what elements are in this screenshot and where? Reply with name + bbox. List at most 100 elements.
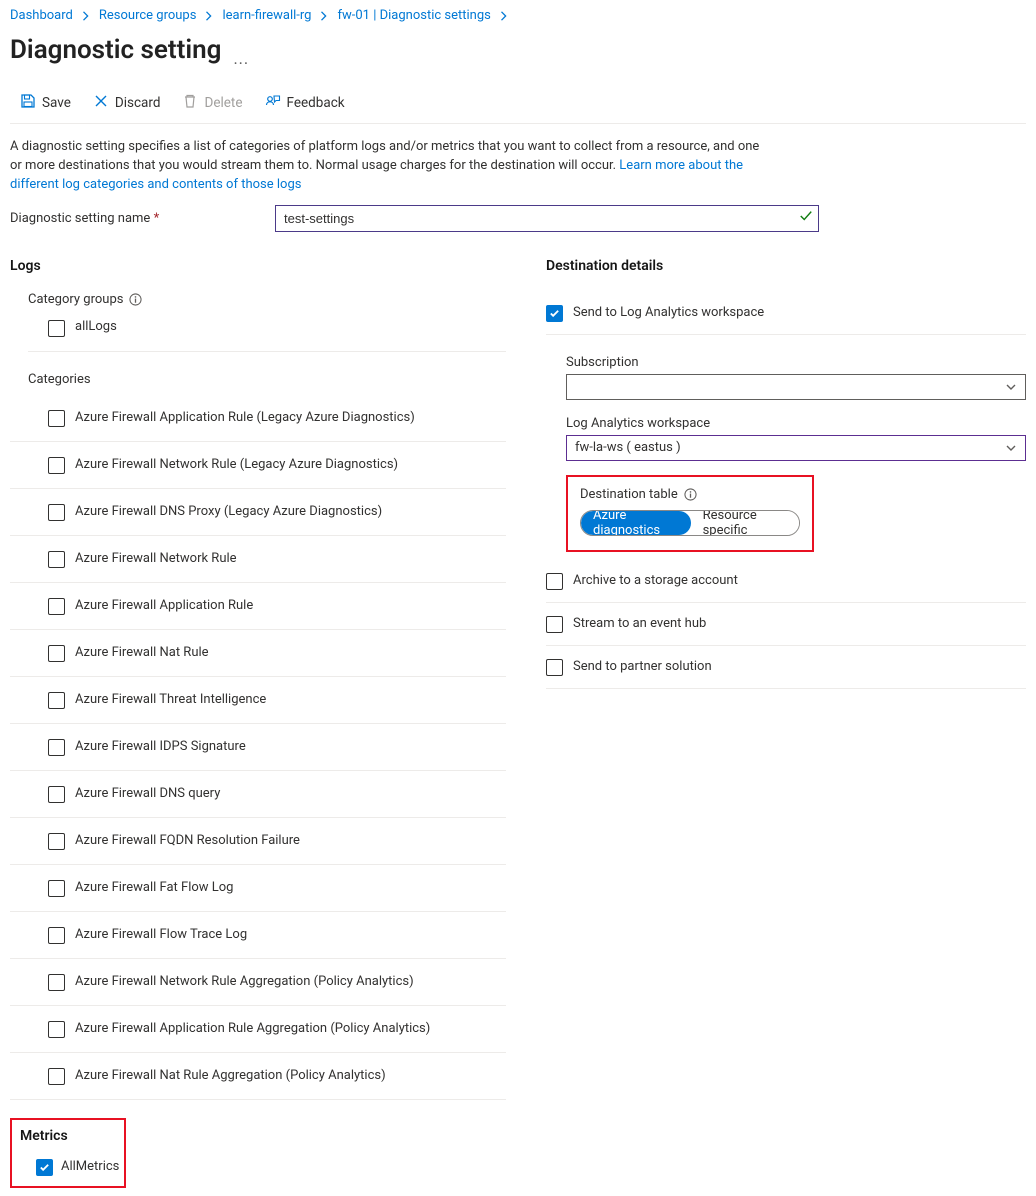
breadcrumb-dashboard[interactable]: Dashboard (10, 8, 73, 23)
category-label: Azure Firewall Application Rule Aggregat… (75, 1020, 430, 1038)
categories-label: Categories (28, 372, 506, 387)
pill-resource-specific[interactable]: Resource specific (691, 511, 799, 535)
categories-list: Azure Firewall Application Rule (Legacy … (10, 395, 506, 1100)
pill-azure-diagnostics[interactable]: Azure diagnostics (581, 511, 691, 535)
destination-column: Destination details Send to Log Analytic… (546, 258, 1026, 689)
archive-label: Archive to a storage account (573, 573, 738, 588)
category-checkbox[interactable] (48, 1021, 65, 1038)
category-label: Azure Firewall FQDN Resolution Failure (75, 832, 300, 850)
category-checkbox[interactable] (48, 927, 65, 944)
category-label: Azure Firewall Network Rule Aggregation … (75, 973, 414, 991)
category-checkbox[interactable] (48, 739, 65, 756)
eventhub-label: Stream to an event hub (573, 616, 706, 631)
delete-label: Delete (204, 95, 242, 111)
divider (28, 351, 506, 352)
category-row: Azure Firewall FQDN Resolution Failure (10, 818, 506, 865)
save-button[interactable]: Save (20, 93, 71, 113)
category-row: Azure Firewall Application Rule Aggregat… (10, 1006, 506, 1053)
setting-name-label: Diagnostic setting name * (10, 211, 255, 226)
category-label: Azure Firewall Network Rule (75, 550, 237, 568)
category-checkbox[interactable] (48, 692, 65, 709)
category-label: Azure Firewall DNS query (75, 785, 220, 803)
category-checkbox[interactable] (48, 410, 65, 427)
breadcrumb: Dashboard Resource groups learn-firewall… (10, 8, 1026, 23)
checkmark-icon (799, 209, 813, 223)
allmetrics-label: AllMetrics (61, 1159, 119, 1174)
category-checkbox[interactable] (48, 1068, 65, 1085)
workspace-value: fw-la-ws ( eastus ) (575, 440, 681, 455)
category-label: Azure Firewall Nat Rule Aggregation (Pol… (75, 1067, 386, 1085)
breadcrumb-fw01-diagnostic[interactable]: fw-01 | Diagnostic settings (337, 8, 490, 23)
command-bar: Save Discard Delete Feedback (10, 93, 1026, 123)
category-row: Azure Firewall Network Rule (10, 536, 506, 583)
category-row: Azure Firewall Nat Rule Aggregation (Pol… (10, 1053, 506, 1100)
category-checkbox[interactable] (48, 880, 65, 897)
category-label: Azure Firewall Flow Trace Log (75, 926, 247, 944)
metrics-highlight-box: Metrics AllMetrics (10, 1118, 126, 1188)
category-checkbox[interactable] (48, 457, 65, 474)
breadcrumb-learn-firewall-rg[interactable]: learn-firewall-rg (222, 8, 311, 23)
divider (10, 123, 1026, 124)
feedback-label: Feedback (287, 95, 345, 111)
send-la-label: Send to Log Analytics workspace (573, 305, 764, 320)
subscription-label: Subscription (566, 355, 1026, 370)
category-label: Azure Firewall DNS Proxy (Legacy Azure D… (75, 503, 382, 521)
category-checkbox[interactable] (48, 645, 65, 662)
partner-label: Send to partner solution (573, 659, 712, 674)
breadcrumb-resource-groups[interactable]: Resource groups (99, 8, 197, 23)
category-checkbox[interactable] (48, 551, 65, 568)
subscription-select[interactable] (566, 374, 1026, 400)
description-text: A diagnostic setting specifies a list of… (10, 138, 770, 195)
eventhub-checkbox[interactable] (546, 616, 563, 633)
destination-table-text: Destination table (580, 487, 678, 502)
info-icon[interactable] (129, 293, 142, 306)
archive-checkbox[interactable] (546, 573, 563, 590)
category-checkbox[interactable] (48, 974, 65, 991)
category-row: Azure Firewall Network Rule (Legacy Azur… (10, 442, 506, 489)
category-groups-text: Category groups (28, 292, 123, 307)
category-label: Azure Firewall Application Rule (Legacy … (75, 409, 415, 427)
category-row: Azure Firewall Fat Flow Log (10, 865, 506, 912)
category-label: Azure Firewall Nat Rule (75, 644, 209, 662)
category-row: Azure Firewall DNS query (10, 771, 506, 818)
chevron-right-icon (81, 11, 91, 21)
info-icon[interactable] (684, 488, 697, 501)
discard-button[interactable]: Discard (93, 93, 161, 113)
category-row: Azure Firewall Network Rule Aggregation … (10, 959, 506, 1006)
save-label: Save (42, 95, 71, 111)
logs-heading: Logs (10, 258, 506, 274)
feedback-icon (265, 93, 281, 113)
category-row: Azure Firewall Application Rule (10, 583, 506, 630)
send-la-checkbox[interactable] (546, 305, 563, 322)
discard-label: Discard (115, 95, 161, 111)
allmetrics-checkbox[interactable] (36, 1159, 53, 1176)
delete-button: Delete (182, 93, 242, 113)
feedback-button[interactable]: Feedback (265, 93, 345, 113)
category-row: Azure Firewall Application Rule (Legacy … (10, 395, 506, 442)
alllogs-checkbox[interactable] (48, 320, 65, 337)
category-checkbox[interactable] (48, 504, 65, 521)
save-icon (20, 93, 36, 113)
logs-column: Logs Category groups allLogs Categories … (10, 258, 506, 1188)
chevron-down-icon (1005, 381, 1017, 393)
metrics-heading: Metrics (20, 1128, 114, 1144)
chevron-right-icon (499, 11, 509, 21)
setting-name-input[interactable] (275, 205, 819, 232)
category-row: Azure Firewall Threat Intelligence (10, 677, 506, 724)
required-marker: * (154, 211, 160, 226)
category-label: Azure Firewall Fat Flow Log (75, 879, 233, 897)
workspace-select[interactable]: fw-la-ws ( eastus ) (566, 435, 1026, 461)
destination-table-highlight-box: Destination table Azure diagnostics Reso… (566, 475, 814, 552)
trash-icon (182, 93, 198, 113)
category-checkbox[interactable] (48, 786, 65, 803)
category-row: Azure Firewall IDPS Signature (10, 724, 506, 771)
chevron-right-icon (319, 11, 329, 21)
destination-table-toggle: Azure diagnostics Resource specific (580, 510, 800, 536)
more-actions-button[interactable]: ··· (233, 52, 249, 73)
alllogs-label: allLogs (75, 319, 117, 334)
chevron-down-icon (1005, 442, 1017, 454)
partner-checkbox[interactable] (546, 659, 563, 676)
category-row: Azure Firewall Flow Trace Log (10, 912, 506, 959)
category-checkbox[interactable] (48, 833, 65, 850)
category-checkbox[interactable] (48, 598, 65, 615)
